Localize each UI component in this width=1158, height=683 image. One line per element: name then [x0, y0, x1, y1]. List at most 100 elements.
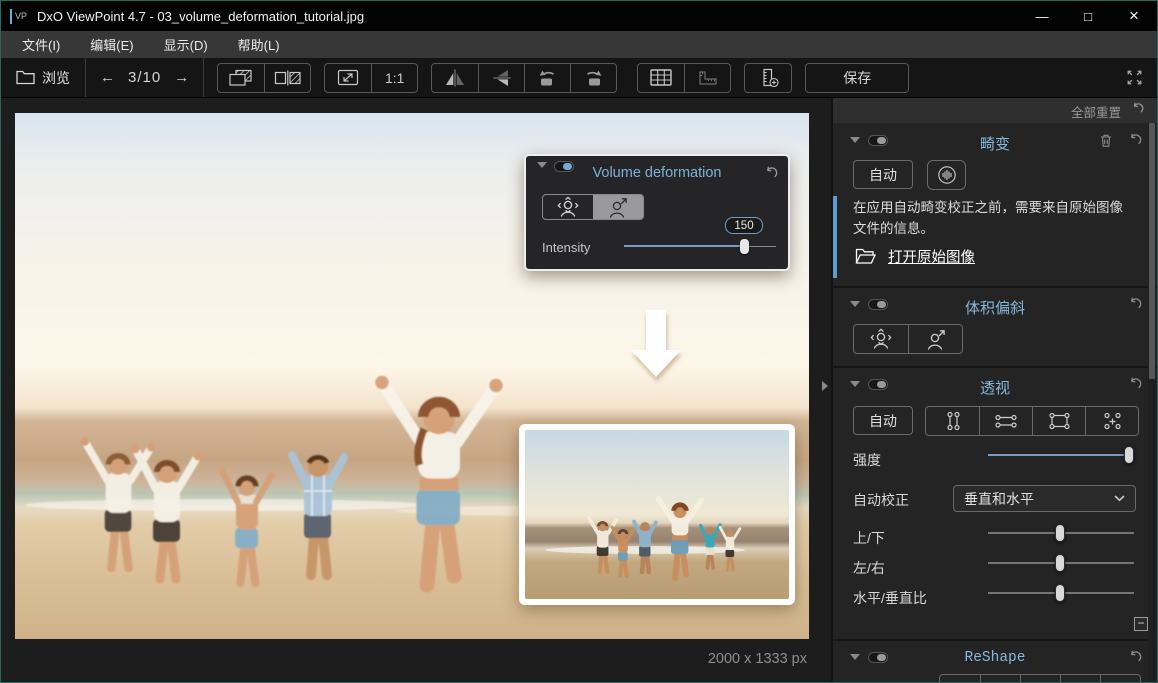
folder-icon — [16, 70, 35, 85]
reshape-toggle[interactable] — [868, 652, 888, 663]
image-dimensions-label: 2000 x 1333 px — [708, 651, 807, 667]
open-original-link[interactable]: 打开原始图像 — [888, 246, 975, 267]
save-button[interactable]: 保存 — [805, 63, 909, 93]
window-title: DxO ViewPoint 4.7 - 03_volume_deformatio… — [37, 9, 364, 24]
lens-profile-icon — [936, 164, 958, 186]
browse-button[interactable]: 浏览 — [1, 68, 85, 88]
image-canvas[interactable]: Volume deformation Intensity — [1, 98, 831, 682]
logo-accent-bar — [10, 9, 12, 24]
reshape-tool-button[interactable] — [980, 675, 1020, 682]
close-button[interactable]: × — [1111, 1, 1157, 31]
force-horizontal-button[interactable] — [979, 407, 1032, 435]
section-divider — [833, 366, 1157, 368]
trash-icon[interactable] — [1099, 133, 1113, 148]
reset-all-button[interactable]: 全部重置 — [1071, 102, 1121, 121]
fit-to-screen-button[interactable] — [325, 64, 371, 92]
reshape-tools-group — [939, 674, 1141, 682]
left-right-label: 左/右 — [853, 558, 885, 578]
maximize-button[interactable]: □ — [1065, 1, 1111, 31]
photo-canvas[interactable]: Volume deformation Intensity — [15, 113, 809, 639]
force-rectangle-button[interactable] — [1032, 407, 1085, 435]
reshape-tool-button[interactable] — [1020, 675, 1060, 682]
intensity-value-badge: 150 — [725, 217, 763, 234]
sidebar-collapse-arrow-icon[interactable] — [822, 381, 828, 391]
collapse-triangle-icon[interactable] — [850, 137, 860, 143]
title-bar[interactable]: VP DxO ViewPoint 4.7 - 03_volume_deforma… — [1, 1, 1157, 31]
distortion-toggle[interactable] — [868, 135, 888, 146]
perspective-intensity-slider[interactable] — [988, 446, 1134, 464]
lens-profile-button[interactable] — [927, 160, 966, 190]
slider-handle[interactable] — [1124, 446, 1134, 464]
slider-handle — [740, 239, 749, 254]
menu-edit[interactable]: 编辑(E) — [75, 31, 148, 58]
slider-handle[interactable] — [1055, 524, 1065, 542]
menu-display[interactable]: 显示(D) — [149, 31, 223, 58]
reshape-tool-button[interactable] — [1100, 675, 1140, 682]
split-view-button[interactable] — [264, 64, 310, 92]
volume-toggle[interactable] — [868, 299, 888, 310]
ruler-button[interactable] — [684, 64, 730, 92]
image-position-indicator: 3/10 — [128, 69, 161, 86]
reshape-section-header: ReShape — [833, 643, 1157, 673]
undo-icon[interactable] — [1127, 133, 1142, 148]
grid-overlay-button[interactable] — [638, 64, 684, 92]
rotate-left-button[interactable] — [524, 64, 570, 92]
scrollbar-thumb[interactable] — [1149, 123, 1155, 379]
add-ruler-button[interactable] — [744, 63, 792, 93]
perspective-toggle[interactable] — [868, 379, 888, 390]
compare-button[interactable] — [218, 64, 264, 92]
fullscreen-button[interactable] — [1124, 67, 1145, 88]
diagonal-correction-icon — [593, 195, 643, 219]
app-window: VP DxO ViewPoint 4.7 - 03_volume_deforma… — [0, 0, 1158, 683]
split-view-icon — [274, 70, 301, 86]
section-divider — [833, 286, 1157, 288]
down-arrow-graphic — [631, 310, 681, 377]
reshape-tool-button[interactable] — [1060, 675, 1100, 682]
flip-vertical-icon — [491, 69, 513, 87]
undo-icon[interactable] — [1127, 377, 1142, 392]
flip-horizontal-button[interactable] — [432, 64, 478, 92]
flip-vertical-button[interactable] — [478, 64, 524, 92]
corrected-preview-inset — [519, 424, 795, 605]
perspective-auto-button[interactable]: 自动 — [853, 406, 913, 435]
undo-icon[interactable] — [1127, 650, 1142, 665]
intensity-label: Intensity — [542, 240, 590, 255]
force-vertical-button[interactable] — [926, 407, 979, 435]
menu-bar: 文件(I) 编辑(E) 显示(D) 帮助(L) — [1, 31, 1157, 58]
prev-image-button[interactable]: ← — [100, 69, 115, 86]
next-image-button[interactable]: → — [174, 69, 189, 86]
menu-file[interactable]: 文件(I) — [7, 31, 75, 58]
sidebar-scrollbar[interactable] — [1148, 123, 1156, 682]
rotate-right-button[interactable] — [570, 64, 616, 92]
collapse-triangle-icon[interactable] — [850, 301, 860, 307]
collapse-advanced-button[interactable]: − — [1134, 617, 1148, 631]
logo-text: VP — [15, 11, 27, 21]
minimize-button[interactable]: — — [1019, 1, 1065, 31]
toolbar-separator — [203, 58, 204, 97]
reset-all-undo-icon[interactable] — [1130, 102, 1144, 116]
slider-handle[interactable] — [1055, 584, 1065, 602]
up-down-slider[interactable] — [988, 524, 1134, 542]
ruler-icon — [698, 70, 718, 86]
rotate-left-icon — [536, 68, 559, 87]
zoom-one-to-one-button[interactable]: 1:1 — [371, 64, 417, 92]
vertical-lines-icon — [938, 410, 968, 432]
app-logo-icon: VP — [10, 9, 27, 24]
reshape-tool-button[interactable] — [940, 675, 980, 682]
diagonal-correction-button[interactable] — [908, 325, 962, 353]
menu-help[interactable]: 帮助(L) — [223, 31, 295, 58]
eight-point-button[interactable] — [1085, 407, 1138, 435]
collapse-triangle-icon[interactable] — [850, 654, 860, 660]
ruler-add-icon — [758, 68, 779, 87]
h-v-ratio-slider[interactable] — [988, 584, 1134, 602]
undo-icon[interactable] — [1127, 297, 1142, 312]
volume-section-header: 体积偏斜 — [833, 290, 1157, 320]
rectangle-points-icon — [1044, 410, 1074, 432]
distortion-auto-button[interactable]: 自动 — [853, 160, 913, 189]
spherical-correction-button[interactable] — [854, 325, 908, 353]
auto-correct-dropdown[interactable]: 垂直和水平 — [953, 485, 1136, 512]
collapse-triangle-icon[interactable] — [850, 381, 860, 387]
left-right-slider[interactable] — [988, 554, 1134, 572]
slider-handle[interactable] — [1055, 554, 1065, 572]
open-original-row[interactable]: 打开原始图像 — [855, 246, 975, 267]
